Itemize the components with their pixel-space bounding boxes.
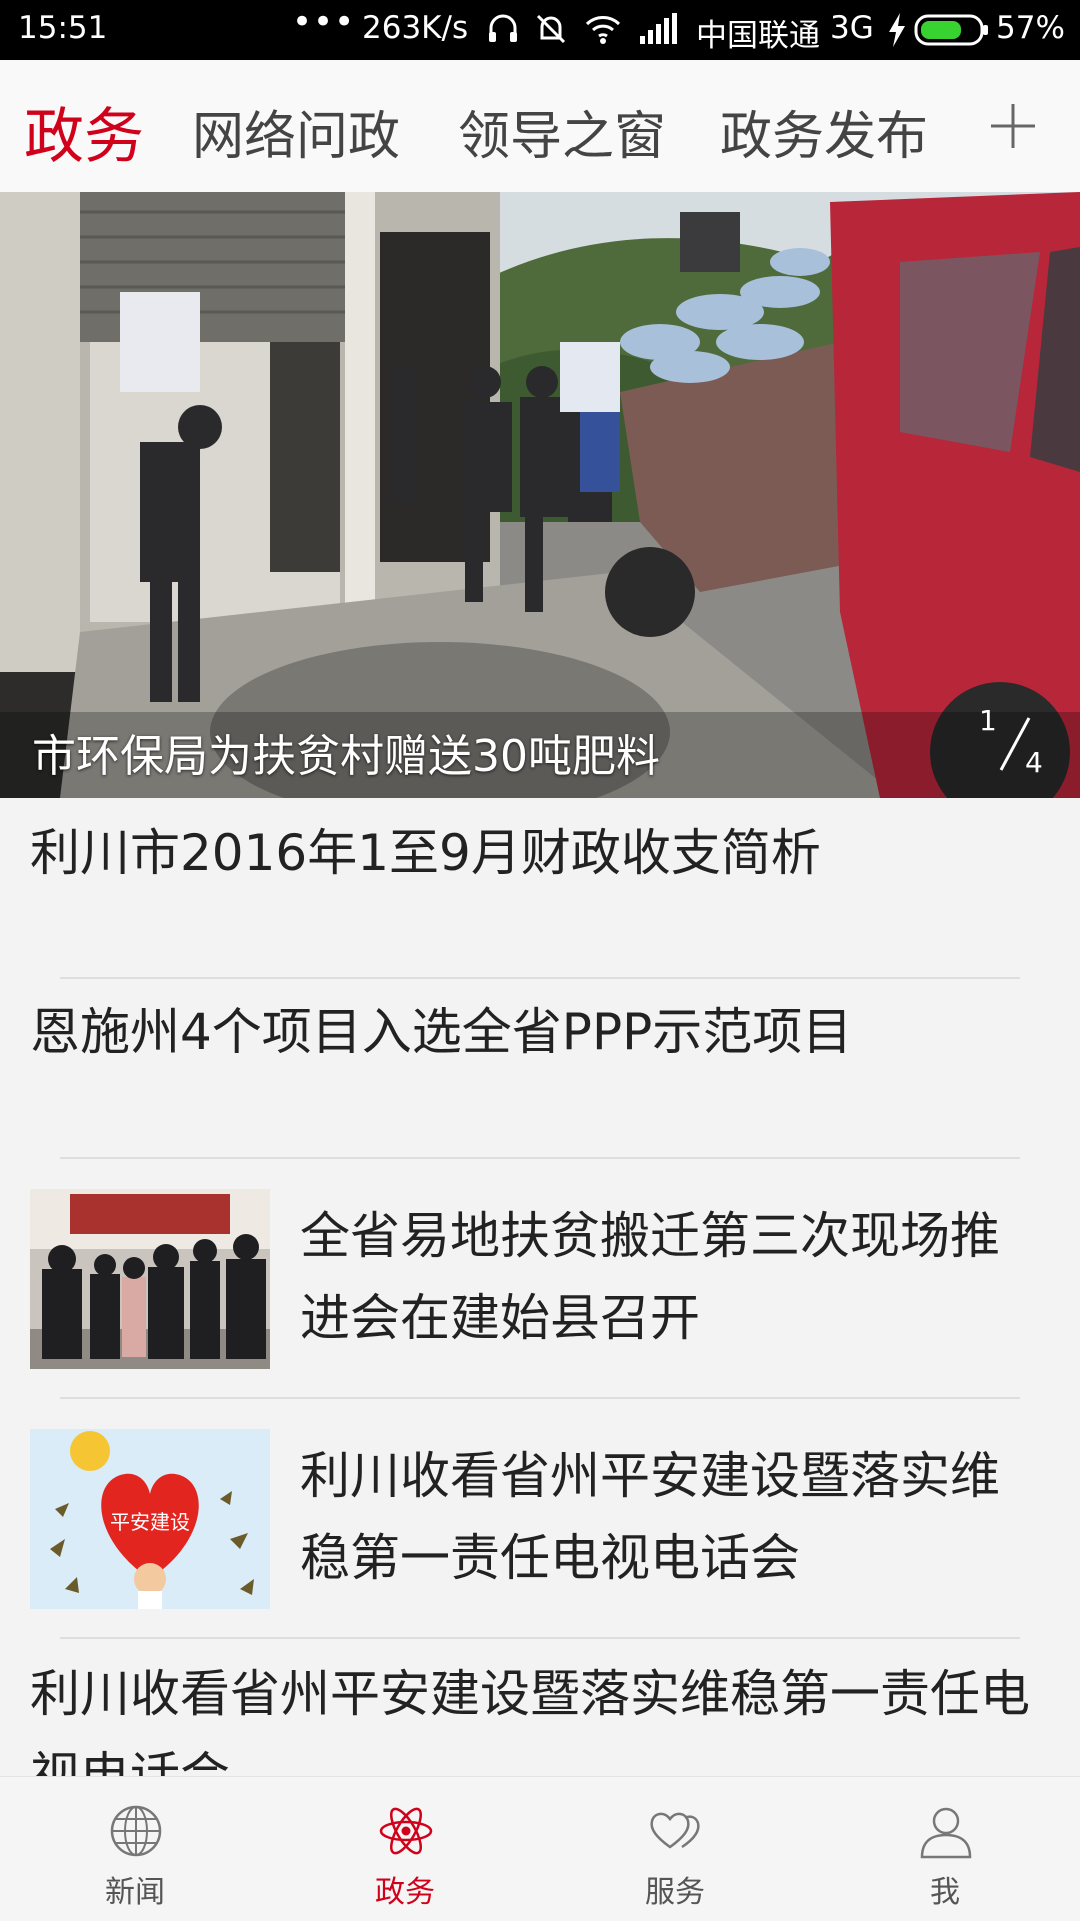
person-icon bbox=[920, 1807, 972, 1859]
nav-zhengwu-label: 政务 bbox=[375, 1875, 435, 1910]
news-item[interactable]: 利川收看省州平安建设暨落实维稳第一责任电视电话会 bbox=[0, 1639, 1080, 1776]
status-network: 3G bbox=[830, 10, 874, 46]
category-tabs: 政务 网络问政 领导之窗 政务发布 bbox=[0, 60, 1080, 192]
news-title: 利川收看省州平安建设暨落实维稳第一责任电视电话会 bbox=[30, 1665, 1030, 1776]
news-title: 恩施州4个项目入选全省PPP示范项目 bbox=[30, 1003, 853, 1061]
news-item[interactable]: 平安建设 利川收看省州平安建设暨落实维稳第一责任电视电话会 bbox=[0, 1399, 1080, 1637]
signal-icon bbox=[640, 13, 677, 44]
status-carrier: 中国联通 bbox=[696, 18, 820, 54]
news-thumbnail: 平安建设 bbox=[30, 1429, 270, 1609]
hearts-icon bbox=[650, 1812, 700, 1849]
thumbnail-text: 平安建设 bbox=[110, 1510, 190, 1534]
tab-zhengwu[interactable]: 政务 bbox=[24, 88, 144, 175]
status-time: 15:51 bbox=[18, 10, 108, 46]
battery-icon bbox=[914, 14, 988, 46]
news-title: 利川市2016年1至9月财政收支简析 bbox=[30, 824, 821, 882]
headset-icon bbox=[489, 14, 517, 42]
carousel-total-pages: 4 bbox=[1025, 746, 1043, 779]
news-thumbnail bbox=[30, 1189, 270, 1369]
globe-icon bbox=[110, 1805, 162, 1857]
news-title: 全省易地扶贫搬迁第三次现场推进会在建始县召开 bbox=[300, 1207, 1000, 1347]
news-item[interactable]: 恩施州4个项目入选全省PPP示范项目 bbox=[0, 979, 1080, 1157]
news-item[interactable]: 利川市2016年1至9月财政收支简析 bbox=[0, 798, 1080, 978]
news-title: 利川收看省州平安建设暨落实维稳第一责任电视电话会 bbox=[300, 1447, 1000, 1587]
carousel-page-indicator: 1 4 bbox=[975, 704, 1055, 784]
tab-leaders-window[interactable]: 领导之窗 bbox=[458, 94, 666, 169]
news-thumbnail-image bbox=[30, 1189, 270, 1369]
headline-carousel[interactable]: 市环保局为扶贫村赠送30吨肥料 1 4 bbox=[0, 192, 1080, 798]
atom-icon bbox=[379, 1807, 433, 1855]
status-more-dots: ••• bbox=[292, 2, 356, 42]
nav-me[interactable]: 我 bbox=[810, 1777, 1080, 1921]
status-net-speed: 263K/s bbox=[362, 10, 469, 46]
nav-me-label: 我 bbox=[930, 1875, 960, 1910]
carousel-caption: 市环保局为扶贫村赠送30吨肥料 bbox=[32, 731, 660, 782]
carousel-photo bbox=[0, 192, 1080, 798]
status-bar: 15:51 ••• 263K/s 中国联通 3G 57% bbox=[0, 0, 1080, 60]
add-tab-icon[interactable] bbox=[985, 98, 1041, 154]
nav-service-label: 服务 bbox=[645, 1875, 705, 1910]
status-battery-pct: 57% bbox=[996, 10, 1065, 46]
nav-zhengwu[interactable]: 政务 bbox=[270, 1777, 540, 1921]
tab-network-inquiry[interactable]: 网络问政 bbox=[192, 94, 400, 169]
news-item[interactable]: 全省易地扶贫搬迁第三次现场推进会在建始县召开 bbox=[0, 1159, 1080, 1397]
bottom-navigation: 新闻 政务 服务 我 bbox=[0, 1776, 1080, 1921]
charging-icon bbox=[889, 13, 905, 47]
tab-gov-release[interactable]: 政务发布 bbox=[720, 94, 928, 169]
news-thumbnail-image: 平安建设 bbox=[30, 1429, 270, 1609]
nav-news-label: 新闻 bbox=[105, 1875, 165, 1910]
nav-service[interactable]: 服务 bbox=[540, 1777, 810, 1921]
wifi-icon bbox=[585, 16, 621, 44]
mute-bell-icon bbox=[536, 14, 566, 44]
nav-news[interactable]: 新闻 bbox=[0, 1777, 270, 1921]
